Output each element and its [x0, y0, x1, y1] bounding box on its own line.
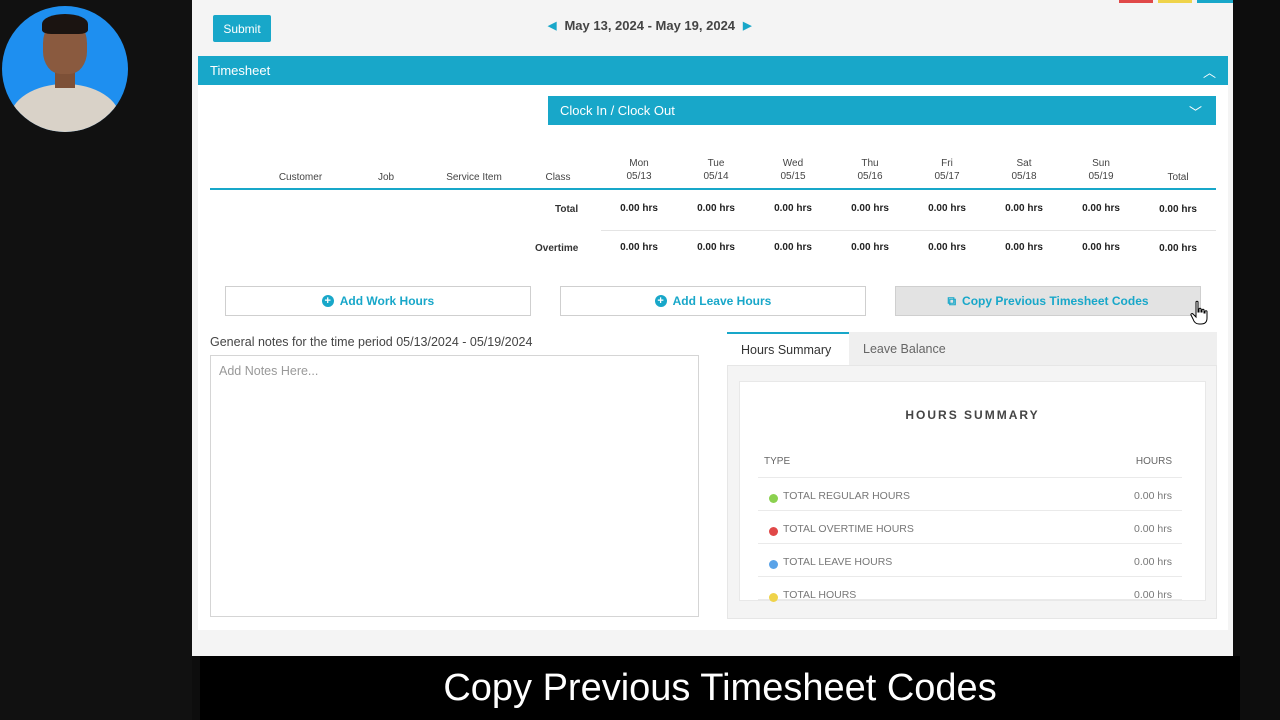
status-stripe-blue	[1197, 0, 1233, 3]
tab-hours-summary[interactable]: Hours Summary	[727, 332, 849, 365]
presenter-panel	[0, 0, 192, 720]
next-week-icon[interactable]: ▶	[743, 19, 751, 32]
total-cell: 0.00 hrs	[774, 203, 812, 214]
timesheet-body: Clock In / Clock Out ﹀ Customer Job Serv…	[198, 85, 1228, 630]
timesheet-title: Timesheet	[210, 63, 271, 78]
overtime-cell: 0.00 hrs	[620, 242, 658, 253]
overtime-cell: 0.00 hrs	[697, 242, 735, 253]
column-day: Tue 05/14	[703, 158, 729, 182]
row-label-total: Total	[555, 204, 579, 215]
column-customer: Customer	[278, 172, 323, 183]
overtime-cell: 0.00 hrs	[928, 242, 966, 253]
add-work-hours-label: Add Work Hours	[339, 294, 435, 308]
summary-row: TOTAL OVERTIME HOURS 0.00 hrs	[758, 510, 1182, 543]
overtime-cell: 0.00 hrs	[851, 242, 889, 253]
leave-dot-icon	[769, 560, 778, 569]
app-window: Submit ◀ May 13, 2024 - May 19, 2024 ▶ T…	[192, 0, 1233, 656]
overtime-cell: 0.00 hrs	[774, 242, 812, 253]
overtime-cell: 0.00 hrs	[1005, 242, 1043, 253]
column-day: Sat 05/18	[1011, 158, 1037, 182]
total-cell: 0.00 hrs	[697, 203, 735, 214]
copy-icon: ⧉	[947, 293, 957, 308]
overtime-cell: 0.00 hrs	[1082, 242, 1120, 253]
summary-row: TOTAL LEAVE HOURS 0.00 hrs	[758, 543, 1182, 576]
total-cell: 0.00 hrs	[1159, 204, 1197, 215]
submit-button[interactable]: Submit	[213, 15, 271, 42]
add-leave-hours-button[interactable]: + Add Leave Hours	[560, 286, 866, 316]
row-label-overtime: Overtime	[535, 243, 579, 254]
column-day: Fri 05/17	[934, 158, 960, 182]
column-class: Class	[545, 172, 571, 183]
hand-cursor-icon	[1190, 300, 1208, 325]
overtime-dot-icon	[769, 527, 778, 536]
column-total: Total	[1167, 172, 1189, 183]
total-dot-icon	[769, 593, 778, 602]
add-leave-hours-label: Add Leave Hours	[672, 294, 772, 308]
summary-row: TOTAL HOURS 0.00 hrs	[758, 576, 1182, 602]
summary-tabs: Hours Summary Leave Balance	[727, 332, 1217, 365]
presenter-avatar	[2, 6, 128, 132]
total-cell: 0.00 hrs	[1082, 203, 1120, 214]
hours-summary-card: HOURS SUMMARY TYPE HOURS TOTAL REGULAR H…	[739, 381, 1206, 602]
column-day: Sun 05/19	[1088, 158, 1114, 182]
column-day: Wed 05/15	[780, 158, 806, 182]
clock-in-out-label: Clock In / Clock Out	[560, 103, 675, 118]
status-stripe-yellow	[1158, 0, 1192, 3]
column-day: Thu 05/16	[857, 158, 883, 182]
plus-circle-icon: +	[654, 295, 667, 307]
header-divider	[210, 188, 1216, 190]
notes-textarea[interactable]: Add Notes Here...	[210, 355, 699, 617]
add-work-hours-button[interactable]: + Add Work Hours	[225, 286, 531, 316]
copy-previous-codes-button[interactable]: ⧉ Copy Previous Timesheet Codes	[895, 286, 1201, 316]
summary-head-type: TYPE	[764, 456, 791, 467]
column-service-item: Service Item	[446, 172, 502, 183]
right-margin	[1233, 0, 1280, 656]
status-stripe-red	[1119, 0, 1153, 3]
date-navigator: ◀ May 13, 2024 - May 19, 2024 ▶	[548, 18, 752, 33]
clock-in-out-bar[interactable]: Clock In / Clock Out ﹀	[548, 96, 1216, 125]
copy-previous-codes-label: Copy Previous Timesheet Codes	[962, 294, 1149, 308]
notes-label: General notes for the time period 05/13/…	[210, 335, 533, 349]
row-divider	[601, 230, 1216, 231]
chevron-down-icon[interactable]: ﹀	[1189, 102, 1202, 121]
video-caption: Copy Previous Timesheet Codes	[200, 656, 1240, 720]
total-cell: 0.00 hrs	[851, 203, 889, 214]
date-range-label: May 13, 2024 - May 19, 2024	[564, 18, 736, 33]
total-cell: 0.00 hrs	[620, 203, 658, 214]
video-frame: Submit ◀ May 13, 2024 - May 19, 2024 ▶ T…	[0, 0, 1280, 720]
summary-head-hours: HOURS	[1135, 456, 1172, 467]
plus-circle-icon: +	[321, 295, 334, 307]
hours-summary-panel: HOURS SUMMARY TYPE HOURS TOTAL REGULAR H…	[727, 365, 1217, 619]
timesheet-header[interactable]: Timesheet ︿	[198, 56, 1228, 85]
total-cell: 0.00 hrs	[928, 203, 966, 214]
summary-title: HOURS SUMMARY	[905, 408, 1040, 422]
summary-row: TOTAL REGULAR HOURS 0.00 hrs	[758, 477, 1182, 510]
total-cell: 0.00 hrs	[1005, 203, 1043, 214]
overtime-cell: 0.00 hrs	[1159, 243, 1197, 254]
column-job: Job	[377, 172, 395, 183]
prev-week-icon[interactable]: ◀	[548, 19, 556, 32]
regular-dot-icon	[769, 494, 778, 503]
column-day: Mon 05/13	[626, 158, 652, 182]
tab-leave-balance[interactable]: Leave Balance	[849, 332, 969, 365]
chevron-up-icon[interactable]: ︿	[1203, 62, 1216, 81]
